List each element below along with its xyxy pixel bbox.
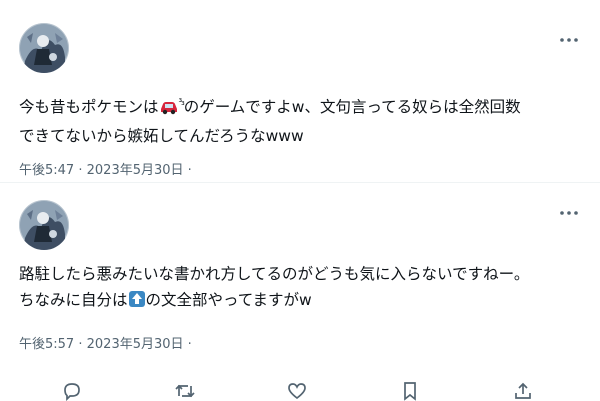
reply-icon — [64, 383, 80, 401]
post-time-link[interactable]: 午後5:47 — [19, 163, 74, 178]
more-icon — [560, 211, 578, 215]
post-text-line-1: 今も昔もポケモンは ³₃のゲームですよw、文句言ってる奴らは全然回数 — [19, 90, 589, 123]
post-time-link[interactable]: 午後5:57 — [19, 337, 74, 352]
post-text: 路駐したら悪みたいな書かれ方してるのがどうも気に入らないですねー。 ちなみに自分… — [19, 261, 589, 316]
car-emoji-icon — [159, 97, 179, 123]
post-text-line-2: ちなみに自分は の文全部やってますがw — [19, 287, 589, 316]
separator: · — [187, 163, 192, 178]
repost-button[interactable] — [174, 381, 196, 401]
post-date-link[interactable]: 2023年5月30日 — [87, 163, 184, 178]
post-meta: 午後5:57 · 2023年5月30日 · — [19, 333, 192, 352]
post-2[interactable]: 路駐したら悪みたいな書かれ方してるのがどうも気に入らないですねー。 ちなみに自分… — [0, 182, 600, 401]
like-button[interactable] — [286, 381, 308, 401]
text-segment: の文全部やってますがw — [145, 291, 312, 309]
bookmark-icon — [404, 382, 416, 401]
post-text: 今も昔もポケモンは ³₃のゲームですよw、文句言ってる奴らは全然回数 できてないか… — [19, 90, 589, 149]
avatar[interactable] — [19, 200, 69, 250]
separator: · — [78, 337, 83, 352]
post-meta: 午後5:47 · 2023年5月30日 · — [19, 159, 192, 178]
avatar-image — [19, 200, 69, 250]
text-segment: のゲームですよw、文句言ってる奴らは全然回数 — [183, 98, 521, 116]
action-bar — [0, 381, 600, 401]
avatar-image — [19, 23, 69, 73]
post-date-link[interactable]: 2023年5月30日 — [87, 337, 184, 352]
more-options-button[interactable] — [558, 205, 580, 219]
post-text-line-2: できてないから嫉妬してんだろうなwww — [19, 127, 304, 145]
up-arrow-emoji-icon — [128, 290, 146, 316]
share-button[interactable] — [512, 381, 534, 401]
more-icon — [560, 38, 578, 42]
post-text-line-1: 路駐したら悪みたいな書かれ方してるのがどうも気に入らないですねー。 — [19, 265, 530, 283]
text-segment: 今も昔もポケモンは — [19, 98, 159, 116]
avatar[interactable] — [19, 23, 69, 73]
separator: · — [187, 337, 192, 352]
like-icon — [288, 383, 306, 400]
repost-icon — [175, 384, 195, 398]
post-1[interactable]: 今も昔もポケモンは ³₃のゲームですよw、文句言ってる奴らは全然回数 できてないか… — [0, 0, 600, 182]
separator: · — [78, 163, 83, 178]
bookmark-button[interactable] — [399, 381, 421, 401]
text-segment: ちなみに自分は — [19, 291, 128, 309]
more-options-button[interactable] — [558, 32, 580, 46]
share-icon — [515, 382, 531, 399]
reply-button[interactable] — [61, 381, 83, 401]
